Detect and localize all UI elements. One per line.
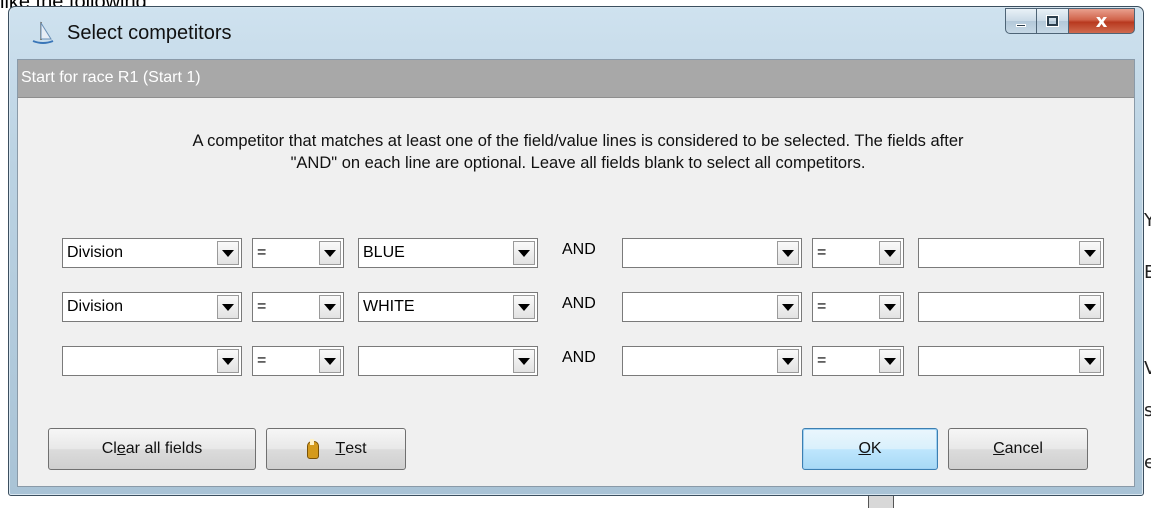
clear-all-fields-button[interactable]: Cl e ar all fields: [48, 428, 256, 470]
operator2-combo[interactable]: =: [812, 292, 904, 322]
start-header-text: Start for race R1 (Start 1): [21, 69, 201, 86]
clear-accel: e: [116, 440, 126, 457]
background-letter: s: [1144, 400, 1151, 421]
dropdown-arrow-icon[interactable]: [513, 295, 535, 319]
close-button[interactable]: x: [1069, 8, 1135, 34]
background-bar: [868, 495, 894, 508]
value1-value: WHITE: [363, 298, 415, 315]
and-label: AND: [562, 349, 596, 366]
dropdown-arrow-icon[interactable]: [319, 349, 341, 373]
operator2-value: =: [817, 352, 827, 369]
and-label: AND: [562, 241, 596, 258]
dropdown-arrow-icon[interactable]: [777, 349, 799, 373]
operator2-combo[interactable]: =: [812, 346, 904, 376]
operator1-value: =: [257, 298, 267, 315]
maximize-button[interactable]: [1037, 8, 1069, 34]
caption-buttons: x: [1005, 8, 1135, 34]
dropdown-arrow-icon[interactable]: [777, 295, 799, 319]
close-icon: x: [1095, 10, 1108, 32]
dropdown-arrow-icon[interactable]: [879, 295, 901, 319]
field1-combo[interactable]: [62, 346, 242, 376]
test-label-post: est: [345, 440, 367, 457]
test-icon: [305, 439, 320, 459]
dropdown-arrow-icon[interactable]: [1079, 295, 1101, 319]
background-letter: E: [1144, 262, 1151, 283]
value1-combo[interactable]: BLUE: [358, 238, 538, 268]
cancel-label-post: ancel: [1004, 440, 1043, 457]
sailboat-icon: [32, 21, 54, 44]
and-label: AND: [562, 295, 596, 312]
start-header: Start for race R1 (Start 1): [18, 60, 1134, 98]
ok-button[interactable]: OK: [802, 428, 938, 470]
operator2-value: =: [817, 244, 827, 261]
instructions-text: A competitor that matches at least one o…: [38, 130, 1118, 174]
dropdown-arrow-icon[interactable]: [777, 241, 799, 265]
window-title: Select competitors: [67, 22, 232, 44]
dropdown-arrow-icon[interactable]: [879, 349, 901, 373]
field1-value: Division: [67, 298, 124, 315]
dropdown-arrow-icon[interactable]: [1079, 241, 1101, 265]
test-button[interactable]: Test: [266, 428, 406, 470]
value2-combo[interactable]: [918, 346, 1104, 376]
operator1-combo[interactable]: =: [252, 346, 344, 376]
operator2-value: =: [817, 298, 827, 315]
value2-combo[interactable]: [918, 238, 1104, 268]
operator1-value: =: [257, 244, 267, 261]
dropdown-arrow-icon[interactable]: [217, 241, 239, 265]
dropdown-arrow-icon[interactable]: [513, 349, 535, 373]
field1-combo[interactable]: Division: [62, 238, 242, 268]
dialog-client-area: Start for race R1 (Start 1) A competitor…: [17, 59, 1135, 487]
dropdown-arrow-icon[interactable]: [319, 241, 341, 265]
minimize-icon: [1016, 23, 1026, 27]
background-letter: Y: [1144, 210, 1151, 231]
field1-value: Division: [67, 244, 124, 261]
ok-label-post: K: [870, 440, 882, 457]
instructions-line-1: A competitor that matches at least one o…: [192, 132, 964, 150]
instructions-line-2: "AND" on each line are optional. Leave a…: [290, 154, 866, 172]
minimize-button[interactable]: [1005, 8, 1037, 34]
operator2-combo[interactable]: =: [812, 238, 904, 268]
value1-combo[interactable]: WHITE: [358, 292, 538, 322]
select-competitors-dialog: Select competitors x Start for race R1 (…: [8, 6, 1144, 496]
maximize-icon: [1046, 15, 1059, 27]
cancel-accel: C: [993, 440, 1005, 457]
operator1-value: =: [257, 352, 267, 369]
dropdown-arrow-icon[interactable]: [217, 349, 239, 373]
cancel-button[interactable]: Cancel: [948, 428, 1088, 470]
operator1-combo[interactable]: =: [252, 292, 344, 322]
operator1-combo[interactable]: =: [252, 238, 344, 268]
dropdown-arrow-icon[interactable]: [513, 241, 535, 265]
background-window-bottom: [0, 495, 1151, 508]
clear-label-pre: Cl: [101, 440, 117, 457]
title-bar[interactable]: Select competitors x: [9, 7, 1143, 59]
field2-combo[interactable]: [622, 292, 802, 322]
value1-combo[interactable]: [358, 346, 538, 376]
dropdown-arrow-icon[interactable]: [319, 295, 341, 319]
field2-combo[interactable]: [622, 238, 802, 268]
ok-accel: O: [858, 440, 871, 457]
dropdown-arrow-icon[interactable]: [879, 241, 901, 265]
field2-combo[interactable]: [622, 346, 802, 376]
dropdown-arrow-icon[interactable]: [1079, 349, 1101, 373]
dropdown-arrow-icon[interactable]: [217, 295, 239, 319]
value2-combo[interactable]: [918, 292, 1104, 322]
clear-label-post: ar all fields: [125, 440, 203, 457]
test-accel: T: [335, 440, 346, 457]
field1-combo[interactable]: Division: [62, 292, 242, 322]
value1-value: BLUE: [363, 244, 405, 261]
background-letter: e: [1144, 452, 1151, 473]
background-letter: V: [1144, 358, 1151, 379]
